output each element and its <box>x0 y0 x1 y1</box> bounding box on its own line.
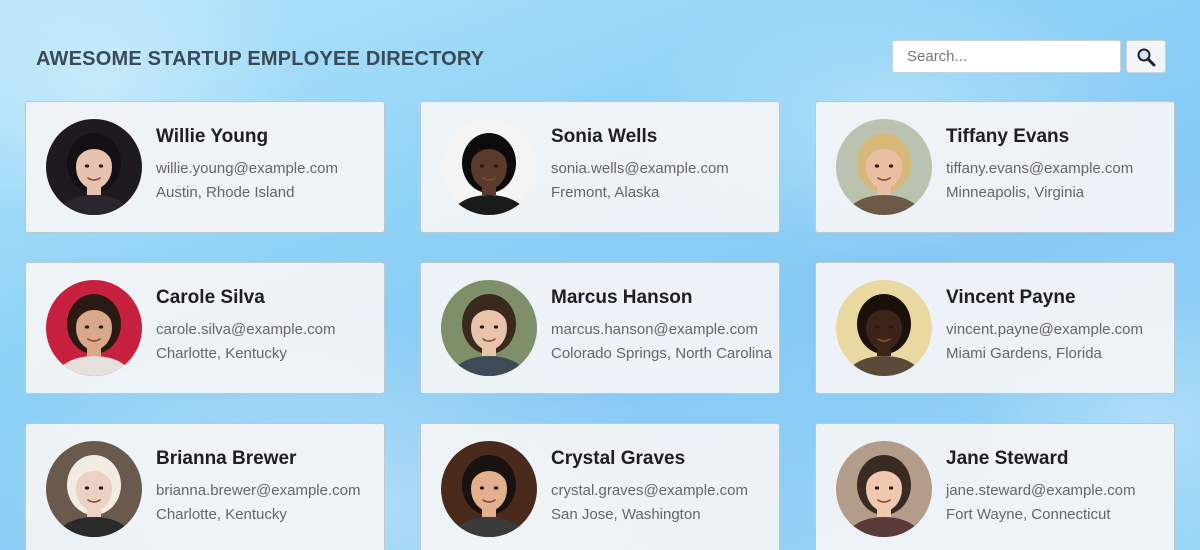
employee-city: Charlotte, Kentucky <box>156 344 287 362</box>
employee-card[interactable]: Willie Young willie.young@example.com Au… <box>25 101 385 233</box>
employee-email: sonia.wells@example.com <box>551 159 729 177</box>
avatar <box>441 280 537 376</box>
employee-city: Minneapolis, Virginia <box>946 183 1085 201</box>
search-form <box>892 40 1166 73</box>
employee-email: willie.young@example.com <box>156 159 338 177</box>
avatar <box>836 280 932 376</box>
employee-card[interactable]: Crystal Graves crystal.graves@example.co… <box>420 423 780 550</box>
search-input[interactable] <box>892 40 1121 73</box>
avatar <box>441 119 537 215</box>
avatar <box>836 441 932 537</box>
employee-city: Miami Gardens, Florida <box>946 344 1102 362</box>
employee-city: Fort Wayne, Connecticut <box>946 505 1111 523</box>
employee-name: Jane Steward <box>946 447 1069 469</box>
employee-card[interactable]: Sonia Wells sonia.wells@example.com Frem… <box>420 101 780 233</box>
page-title: AWESOME STARTUP EMPLOYEE DIRECTORY <box>36 48 485 70</box>
avatar <box>46 119 142 215</box>
employee-email: jane.steward@example.com <box>946 481 1136 499</box>
employee-city: Austin, Rhode Island <box>156 183 295 201</box>
employee-name: Sonia Wells <box>551 125 658 147</box>
employee-city: San Jose, Washington <box>551 505 701 523</box>
employee-email: tiffany.evans@example.com <box>946 159 1134 177</box>
avatar <box>46 441 142 537</box>
search-button[interactable] <box>1126 40 1166 73</box>
employee-card[interactable]: Brianna Brewer brianna.brewer@example.co… <box>25 423 385 550</box>
employee-city: Fremont, Alaska <box>551 183 660 201</box>
employee-card[interactable]: Tiffany Evans tiffany.evans@example.com … <box>815 101 1175 233</box>
employee-email: crystal.graves@example.com <box>551 481 748 499</box>
employee-name: Tiffany Evans <box>946 125 1070 147</box>
employee-email: carole.silva@example.com <box>156 320 336 338</box>
avatar <box>836 119 932 215</box>
avatar <box>46 280 142 376</box>
employee-card[interactable]: Jane Steward jane.steward@example.com Fo… <box>815 423 1175 550</box>
employee-name: Brianna Brewer <box>156 447 297 469</box>
employee-name: Crystal Graves <box>551 447 686 469</box>
employee-card[interactable]: Marcus Hanson marcus.hanson@example.com … <box>420 262 780 394</box>
employee-city: Colorado Springs, North Carolina <box>551 344 772 362</box>
employee-email: marcus.hanson@example.com <box>551 320 758 338</box>
search-icon <box>1137 48 1156 66</box>
employee-card[interactable]: Carole Silva carole.silva@example.com Ch… <box>25 262 385 394</box>
employee-card[interactable]: Vincent Payne vincent.payne@example.com … <box>815 262 1175 394</box>
employee-name: Marcus Hanson <box>551 286 693 308</box>
employee-name: Willie Young <box>156 125 269 147</box>
employee-email: brianna.brewer@example.com <box>156 481 361 499</box>
employee-email: vincent.payne@example.com <box>946 320 1143 338</box>
employee-name: Carole Silva <box>156 286 265 308</box>
employee-name: Vincent Payne <box>946 286 1076 308</box>
avatar <box>441 441 537 537</box>
employee-city: Charlotte, Kentucky <box>156 505 287 523</box>
